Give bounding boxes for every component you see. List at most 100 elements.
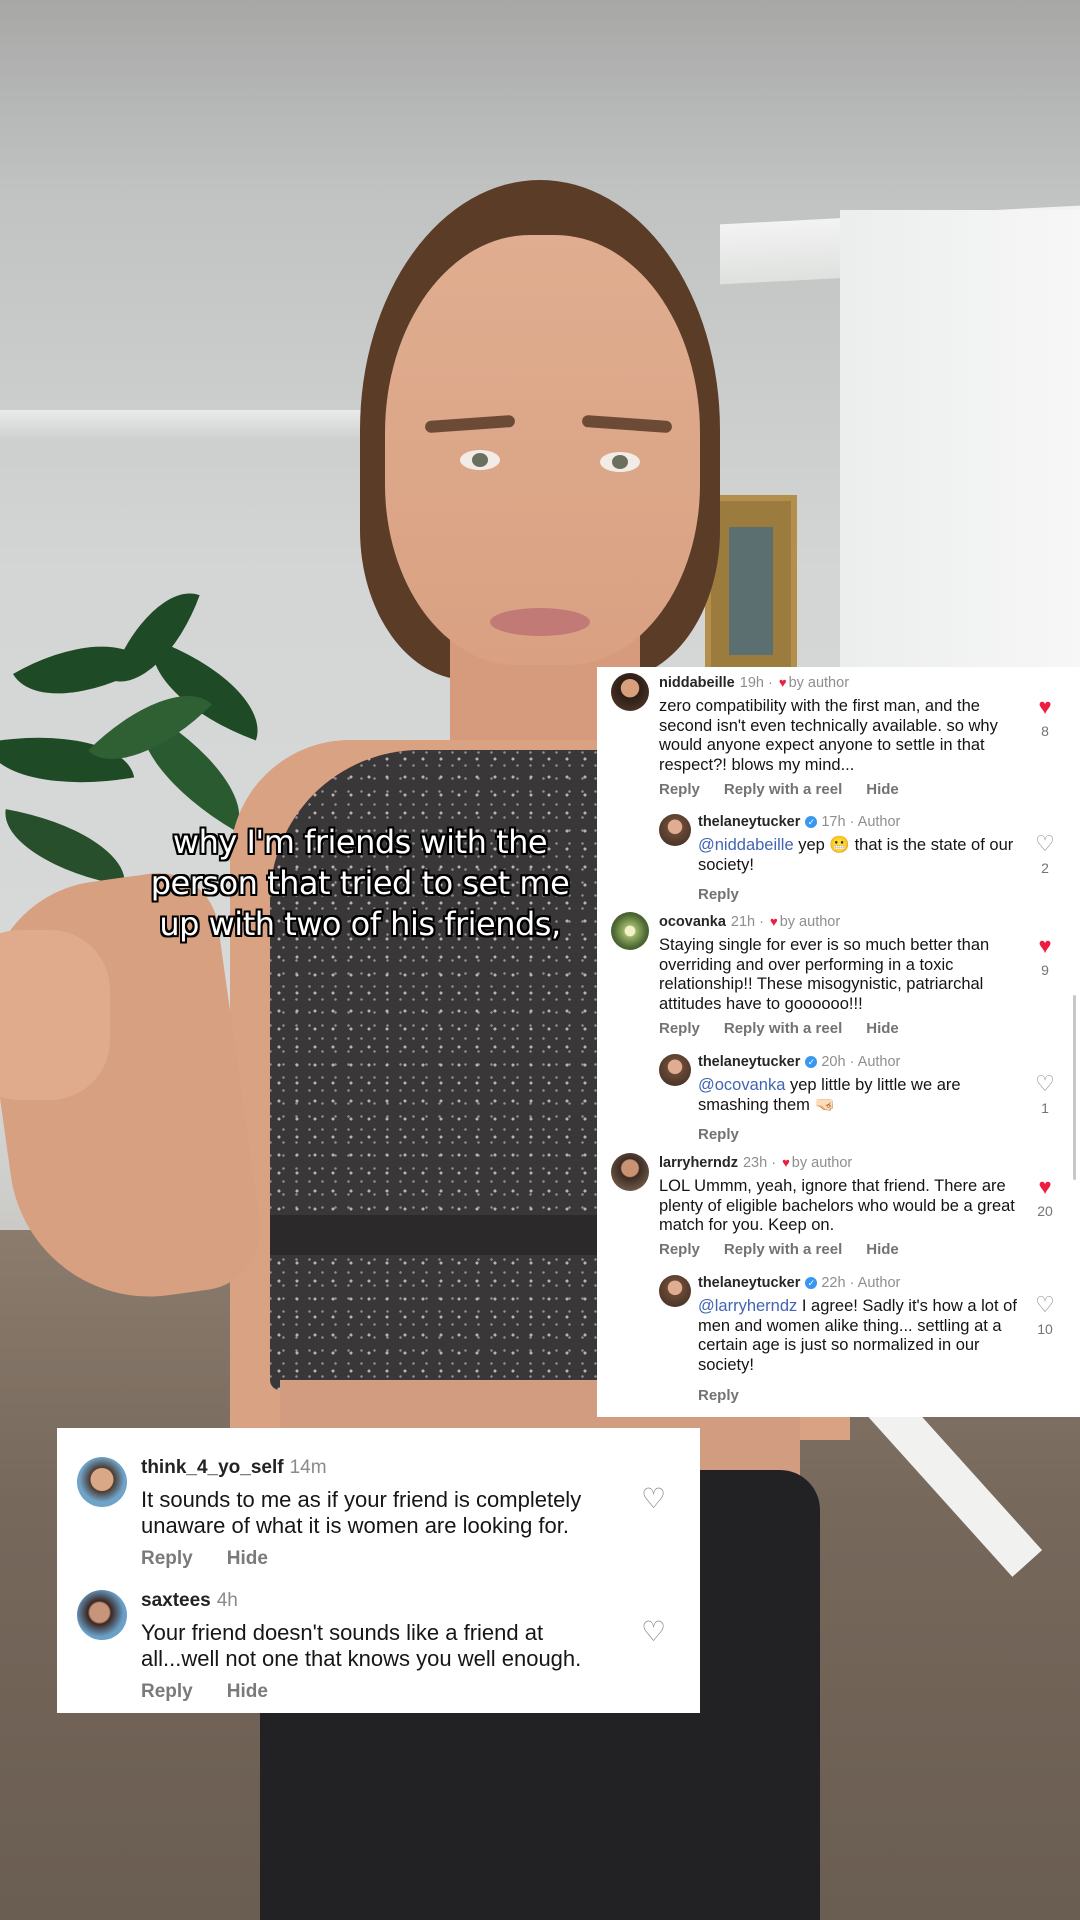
- like-button[interactable]: ♥ 20: [1025, 1174, 1065, 1220]
- comment-username[interactable]: thelaneytucker: [698, 1275, 800, 1291]
- hide-button[interactable]: Hide: [866, 781, 899, 798]
- mention-link[interactable]: @larryherndz: [698, 1297, 797, 1315]
- hide-button[interactable]: Hide: [866, 1241, 899, 1258]
- like-count: 2: [1041, 860, 1049, 876]
- comment-actions: Reply Hide: [141, 1681, 302, 1703]
- hide-button[interactable]: Hide: [227, 1681, 268, 1702]
- heart-outline-icon: ♡: [1035, 831, 1055, 856]
- comment-actions: Reply: [698, 1126, 763, 1143]
- hide-button[interactable]: Hide: [866, 1020, 899, 1037]
- heart-outline-icon[interactable]: ♡: [641, 1482, 666, 1515]
- person-face: [385, 235, 700, 665]
- author-liked-heart-icon: ♥: [778, 675, 787, 690]
- comment-actions: Reply: [698, 886, 763, 903]
- left-eye: [460, 450, 500, 470]
- comment-actions: Reply Reply with a reel Hide: [659, 781, 923, 798]
- comment-text: Your friend doesn't sounds like a friend…: [141, 1620, 582, 1671]
- author-liked-heart-icon: ♥: [782, 1155, 790, 1170]
- by-author-tag: by author: [779, 914, 841, 930]
- heart-filled-icon: ♥: [1038, 933, 1052, 958]
- comment-text: zero compatibility with the first man, a…: [659, 697, 998, 774]
- lips: [490, 608, 590, 636]
- avatar[interactable]: [659, 814, 691, 846]
- like-count: 10: [1037, 1321, 1053, 1337]
- reply-button[interactable]: Reply: [698, 1126, 739, 1143]
- heart-filled-icon: ♥: [1038, 694, 1052, 719]
- comment-time: 4h: [216, 1590, 238, 1611]
- mention-link[interactable]: @ocovanka: [698, 1076, 785, 1094]
- by-author-tag: by author: [791, 1155, 853, 1171]
- verified-badge-icon: ✓: [805, 1056, 818, 1069]
- comment-text: @larryherndz I agree! Sadly it's how a l…: [698, 1297, 1017, 1374]
- comment-username[interactable]: thelaneytucker: [698, 814, 800, 830]
- heart-outline-icon[interactable]: ♡: [641, 1615, 666, 1648]
- reply-button[interactable]: Reply: [141, 1548, 193, 1569]
- video-caption: why I'm friends with the person that tri…: [150, 823, 570, 943]
- comment-username[interactable]: thelaneytucker: [698, 1054, 800, 1070]
- scrollbar[interactable]: [1073, 995, 1076, 1180]
- like-count: 20: [1037, 1203, 1053, 1219]
- comment-username[interactable]: ocovanka: [659, 914, 726, 930]
- comment-username[interactable]: niddabeille: [659, 675, 735, 691]
- comment-text: @ocovanka yep little by little we are sm…: [698, 1076, 961, 1114]
- right-eye: [600, 452, 640, 472]
- comment-actions: Reply Reply with a reel Hide: [659, 1241, 923, 1258]
- comment-time: 20h: [821, 1054, 846, 1070]
- comment-username[interactable]: think_4_yo_self: [141, 1457, 284, 1478]
- avatar[interactable]: [77, 1590, 127, 1640]
- comment-username[interactable]: saxtees: [141, 1590, 211, 1611]
- reply-button[interactable]: Reply: [659, 1241, 700, 1258]
- comment-actions: Reply: [698, 1387, 763, 1404]
- comment-actions: Reply Reply with a reel Hide: [659, 1020, 923, 1037]
- author-tag: Author: [857, 814, 901, 830]
- avatar[interactable]: [611, 673, 649, 711]
- avatar[interactable]: [659, 1054, 691, 1086]
- reply-with-reel-button[interactable]: Reply with a reel: [724, 781, 842, 798]
- avatar[interactable]: [659, 1275, 691, 1307]
- comment-time: 23h: [742, 1155, 768, 1171]
- hide-button[interactable]: Hide: [227, 1548, 268, 1569]
- avatar[interactable]: [611, 1153, 649, 1191]
- person-hand: [0, 930, 110, 1100]
- author-tag: Author: [857, 1275, 901, 1291]
- verified-badge-icon: ✓: [805, 816, 818, 829]
- comment-time: 22h: [821, 1275, 846, 1291]
- comment-time: 21h: [730, 914, 756, 930]
- like-button[interactable]: ♡ 2: [1025, 831, 1065, 877]
- avatar[interactable]: [77, 1457, 127, 1507]
- comment-thread-panel[interactable]: niddabeille 19h · ♥ by author zero compati…: [597, 667, 1080, 1417]
- avatar[interactable]: [611, 912, 649, 950]
- reply-with-reel-button[interactable]: Reply with a reel: [724, 1020, 842, 1037]
- comment-time: 14m: [289, 1457, 327, 1478]
- mention-link[interactable]: @niddabeille: [698, 836, 794, 854]
- reply-button[interactable]: Reply: [141, 1681, 193, 1702]
- like-button[interactable]: ♥ 8: [1025, 694, 1065, 740]
- reply-comments-panel[interactable]: think_4_yo_self 14m It sounds to me as if…: [57, 1428, 700, 1713]
- comment-text: LOL Ummm, yeah, ignore that friend. Ther…: [659, 1177, 1015, 1234]
- like-count: 1: [1041, 1100, 1049, 1116]
- comment-text: @niddabeille yep 😬 that is the state of …: [698, 836, 1014, 874]
- reply-button[interactable]: Reply: [698, 1387, 739, 1404]
- author-liked-heart-icon: ♥: [770, 914, 778, 929]
- like-count: 8: [1041, 723, 1049, 739]
- like-button[interactable]: ♡ 1: [1025, 1071, 1065, 1117]
- author-tag: Author: [857, 1054, 901, 1070]
- heart-outline-icon: ♡: [1035, 1292, 1055, 1317]
- reply-with-reel-button[interactable]: Reply with a reel: [724, 1241, 842, 1258]
- like-button[interactable]: ♥ 9: [1025, 933, 1065, 979]
- comment-actions: Reply Hide: [141, 1548, 302, 1570]
- reply-button[interactable]: Reply: [659, 781, 700, 798]
- comment-time: 17h: [821, 814, 846, 830]
- like-count: 9: [1041, 962, 1049, 978]
- heart-outline-icon: ♡: [1035, 1071, 1055, 1096]
- heart-filled-icon: ♥: [1038, 1174, 1052, 1199]
- comment-text: It sounds to me as if your friend is com…: [141, 1487, 582, 1538]
- reply-button[interactable]: Reply: [698, 886, 739, 903]
- comment-username[interactable]: larryherndz: [659, 1155, 738, 1171]
- comment-text: Staying single for ever is so much bette…: [659, 936, 990, 1013]
- like-button[interactable]: ♡ 10: [1025, 1292, 1065, 1338]
- verified-badge-icon: ✓: [805, 1277, 818, 1290]
- reply-button[interactable]: Reply: [659, 1020, 700, 1037]
- by-author-tag: by author: [788, 675, 850, 691]
- comment-time: 19h: [739, 675, 764, 691]
